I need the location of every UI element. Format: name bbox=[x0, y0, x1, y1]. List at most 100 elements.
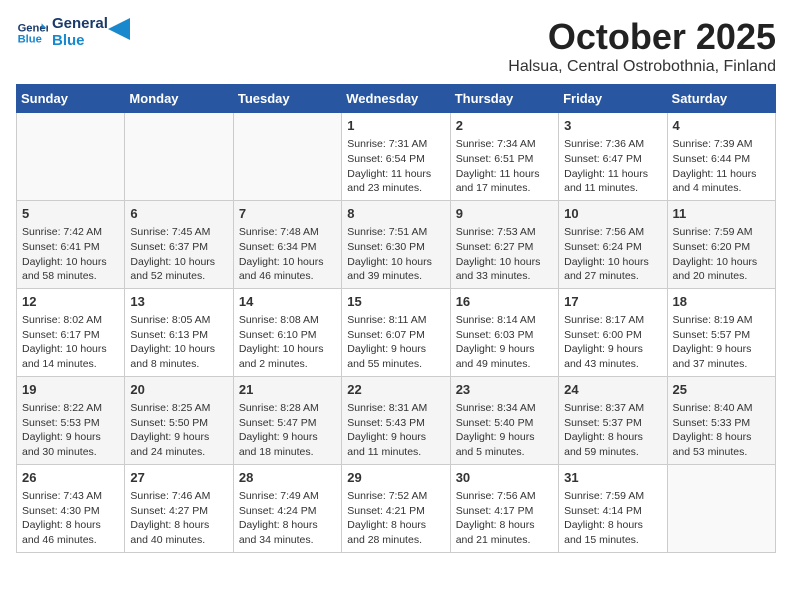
day-number: 28 bbox=[239, 469, 336, 487]
day-number: 24 bbox=[564, 381, 661, 399]
day-number: 8 bbox=[347, 205, 444, 223]
weekday-header-thursday: Thursday bbox=[450, 85, 558, 113]
calendar-cell: 2 Sunrise: 7:34 AM Sunset: 6:51 PM Daylig… bbox=[450, 113, 558, 201]
calendar-cell: 7 Sunrise: 7:48 AM Sunset: 6:34 PM Daylig… bbox=[233, 200, 341, 288]
day-number: 9 bbox=[456, 205, 553, 223]
calendar-week-row: 19 Sunrise: 8:22 AM Sunset: 5:53 PM Dayli… bbox=[17, 376, 776, 464]
day-number: 20 bbox=[130, 381, 227, 399]
day-info: Sunrise: 7:56 AM Sunset: 6:24 PM Dayligh… bbox=[564, 225, 661, 284]
calendar-cell: 24Sunrise: 8:37 AM Sunset: 5:37 PM Dayli… bbox=[559, 376, 667, 464]
calendar-cell: 22 Sunrise: 8:31 AM Sunset: 5:43 PM Dayli… bbox=[342, 376, 450, 464]
day-number: 11 bbox=[673, 205, 770, 223]
calendar-cell: 9 Sunrise: 7:53 AM Sunset: 6:27 PM Daylig… bbox=[450, 200, 558, 288]
day-info: Sunrise: 7:59 AM Sunset: 4:14 PM Dayligh… bbox=[564, 489, 661, 548]
calendar-week-row: 12Sunrise: 8:02 AM Sunset: 6:17 PM Dayli… bbox=[17, 288, 776, 376]
calendar-cell: 14 Sunrise: 8:08 AM Sunset: 6:10 PM Dayli… bbox=[233, 288, 341, 376]
calendar-cell: 4Sunrise: 7:39 AM Sunset: 6:44 PM Daylig… bbox=[667, 113, 775, 201]
calendar-cell: 15Sunrise: 8:11 AM Sunset: 6:07 PM Dayli… bbox=[342, 288, 450, 376]
calendar-cell: 12Sunrise: 8:02 AM Sunset: 6:17 PM Dayli… bbox=[17, 288, 125, 376]
weekday-header-saturday: Saturday bbox=[667, 85, 775, 113]
day-number: 1 bbox=[347, 117, 444, 135]
calendar-cell: 27 Sunrise: 7:46 AM Sunset: 4:27 PM Dayli… bbox=[125, 464, 233, 552]
day-info: Sunrise: 7:34 AM Sunset: 6:51 PM Dayligh… bbox=[456, 137, 553, 196]
day-info: Sunrise: 7:53 AM Sunset: 6:27 PM Dayligh… bbox=[456, 225, 553, 284]
day-number: 22 bbox=[347, 381, 444, 399]
day-number: 18 bbox=[673, 293, 770, 311]
day-number: 17 bbox=[564, 293, 661, 311]
calendar-cell bbox=[667, 464, 775, 552]
title-area: October 2025 Halsua, Central Ostrobothni… bbox=[508, 16, 776, 76]
calendar-cell: 11 Sunrise: 7:59 AM Sunset: 6:20 PM Dayli… bbox=[667, 200, 775, 288]
logo-arrow-icon bbox=[108, 18, 130, 40]
calendar-cell: 18 Sunrise: 8:19 AM Sunset: 5:57 PM Dayli… bbox=[667, 288, 775, 376]
calendar-cell: 3Sunrise: 7:36 AM Sunset: 6:47 PM Daylig… bbox=[559, 113, 667, 201]
calendar-week-row: 1 Sunrise: 7:31 AM Sunset: 6:54 PM Daylig… bbox=[17, 113, 776, 201]
logo-general: General bbox=[52, 16, 108, 33]
calendar-cell: 5Sunrise: 7:42 AM Sunset: 6:41 PM Daylig… bbox=[17, 200, 125, 288]
day-number: 5 bbox=[22, 205, 119, 223]
day-info: Sunrise: 8:08 AM Sunset: 6:10 PM Dayligh… bbox=[239, 313, 336, 372]
day-info: Sunrise: 7:48 AM Sunset: 6:34 PM Dayligh… bbox=[239, 225, 336, 284]
day-info: Sunrise: 8:14 AM Sunset: 6:03 PM Dayligh… bbox=[456, 313, 553, 372]
calendar-week-row: 5Sunrise: 7:42 AM Sunset: 6:41 PM Daylig… bbox=[17, 200, 776, 288]
calendar-cell bbox=[125, 113, 233, 201]
day-info: Sunrise: 8:05 AM Sunset: 6:13 PM Dayligh… bbox=[130, 313, 227, 372]
calendar-cell: 31 Sunrise: 7:59 AM Sunset: 4:14 PM Dayli… bbox=[559, 464, 667, 552]
calendar-cell: 16Sunrise: 8:14 AM Sunset: 6:03 PM Dayli… bbox=[450, 288, 558, 376]
calendar-header: SundayMondayTuesdayWednesdayThursdayFrid… bbox=[17, 85, 776, 113]
day-info: Sunrise: 8:31 AM Sunset: 5:43 PM Dayligh… bbox=[347, 401, 444, 460]
day-number: 27 bbox=[130, 469, 227, 487]
day-info: Sunrise: 8:17 AM Sunset: 6:00 PM Dayligh… bbox=[564, 313, 661, 372]
day-number: 19 bbox=[22, 381, 119, 399]
svg-text:Blue: Blue bbox=[18, 33, 42, 45]
day-info: Sunrise: 8:22 AM Sunset: 5:53 PM Dayligh… bbox=[22, 401, 119, 460]
day-number: 15 bbox=[347, 293, 444, 311]
day-info: Sunrise: 8:02 AM Sunset: 6:17 PM Dayligh… bbox=[22, 313, 119, 372]
calendar-cell: 13 Sunrise: 8:05 AM Sunset: 6:13 PM Dayli… bbox=[125, 288, 233, 376]
calendar-cell: 23 Sunrise: 8:34 AM Sunset: 5:40 PM Dayli… bbox=[450, 376, 558, 464]
calendar-cell: 29Sunrise: 7:52 AM Sunset: 4:21 PM Dayli… bbox=[342, 464, 450, 552]
calendar-body: 1 Sunrise: 7:31 AM Sunset: 6:54 PM Daylig… bbox=[17, 113, 776, 553]
svg-text:General: General bbox=[18, 22, 48, 34]
weekday-header-sunday: Sunday bbox=[17, 85, 125, 113]
day-info: Sunrise: 8:40 AM Sunset: 5:33 PM Dayligh… bbox=[673, 401, 770, 460]
day-number: 25 bbox=[673, 381, 770, 399]
day-info: Sunrise: 8:19 AM Sunset: 5:57 PM Dayligh… bbox=[673, 313, 770, 372]
day-number: 7 bbox=[239, 205, 336, 223]
logo: General Blue General Blue bbox=[16, 16, 130, 49]
day-number: 30 bbox=[456, 469, 553, 487]
weekday-header-monday: Monday bbox=[125, 85, 233, 113]
day-info: Sunrise: 8:28 AM Sunset: 5:47 PM Dayligh… bbox=[239, 401, 336, 460]
calendar-cell: 26 Sunrise: 7:43 AM Sunset: 4:30 PM Dayli… bbox=[17, 464, 125, 552]
calendar-cell bbox=[233, 113, 341, 201]
day-number: 2 bbox=[456, 117, 553, 135]
day-info: Sunrise: 7:31 AM Sunset: 6:54 PM Dayligh… bbox=[347, 137, 444, 196]
calendar-cell bbox=[17, 113, 125, 201]
day-number: 26 bbox=[22, 469, 119, 487]
day-info: Sunrise: 8:34 AM Sunset: 5:40 PM Dayligh… bbox=[456, 401, 553, 460]
day-info: Sunrise: 7:52 AM Sunset: 4:21 PM Dayligh… bbox=[347, 489, 444, 548]
day-number: 10 bbox=[564, 205, 661, 223]
day-number: 31 bbox=[564, 469, 661, 487]
day-number: 13 bbox=[130, 293, 227, 311]
calendar-cell: 8Sunrise: 7:51 AM Sunset: 6:30 PM Daylig… bbox=[342, 200, 450, 288]
day-number: 14 bbox=[239, 293, 336, 311]
calendar-cell: 28Sunrise: 7:49 AM Sunset: 4:24 PM Dayli… bbox=[233, 464, 341, 552]
calendar-cell: 21 Sunrise: 8:28 AM Sunset: 5:47 PM Dayli… bbox=[233, 376, 341, 464]
day-info: Sunrise: 7:46 AM Sunset: 4:27 PM Dayligh… bbox=[130, 489, 227, 548]
calendar-cell: 19 Sunrise: 8:22 AM Sunset: 5:53 PM Dayli… bbox=[17, 376, 125, 464]
month-title: October 2025 bbox=[508, 16, 776, 58]
calendar-cell: 10 Sunrise: 7:56 AM Sunset: 6:24 PM Dayli… bbox=[559, 200, 667, 288]
day-info: Sunrise: 7:59 AM Sunset: 6:20 PM Dayligh… bbox=[673, 225, 770, 284]
weekday-header-friday: Friday bbox=[559, 85, 667, 113]
day-info: Sunrise: 7:43 AM Sunset: 4:30 PM Dayligh… bbox=[22, 489, 119, 548]
day-number: 6 bbox=[130, 205, 227, 223]
day-number: 21 bbox=[239, 381, 336, 399]
day-number: 23 bbox=[456, 381, 553, 399]
day-info: Sunrise: 7:56 AM Sunset: 4:17 PM Dayligh… bbox=[456, 489, 553, 548]
location-title: Halsua, Central Ostrobothnia, Finland bbox=[508, 58, 776, 76]
header: General Blue General Blue October 2025 H… bbox=[16, 16, 776, 76]
calendar-table: SundayMondayTuesdayWednesdayThursdayFrid… bbox=[16, 84, 776, 553]
weekday-header-tuesday: Tuesday bbox=[233, 85, 341, 113]
day-number: 4 bbox=[673, 117, 770, 135]
